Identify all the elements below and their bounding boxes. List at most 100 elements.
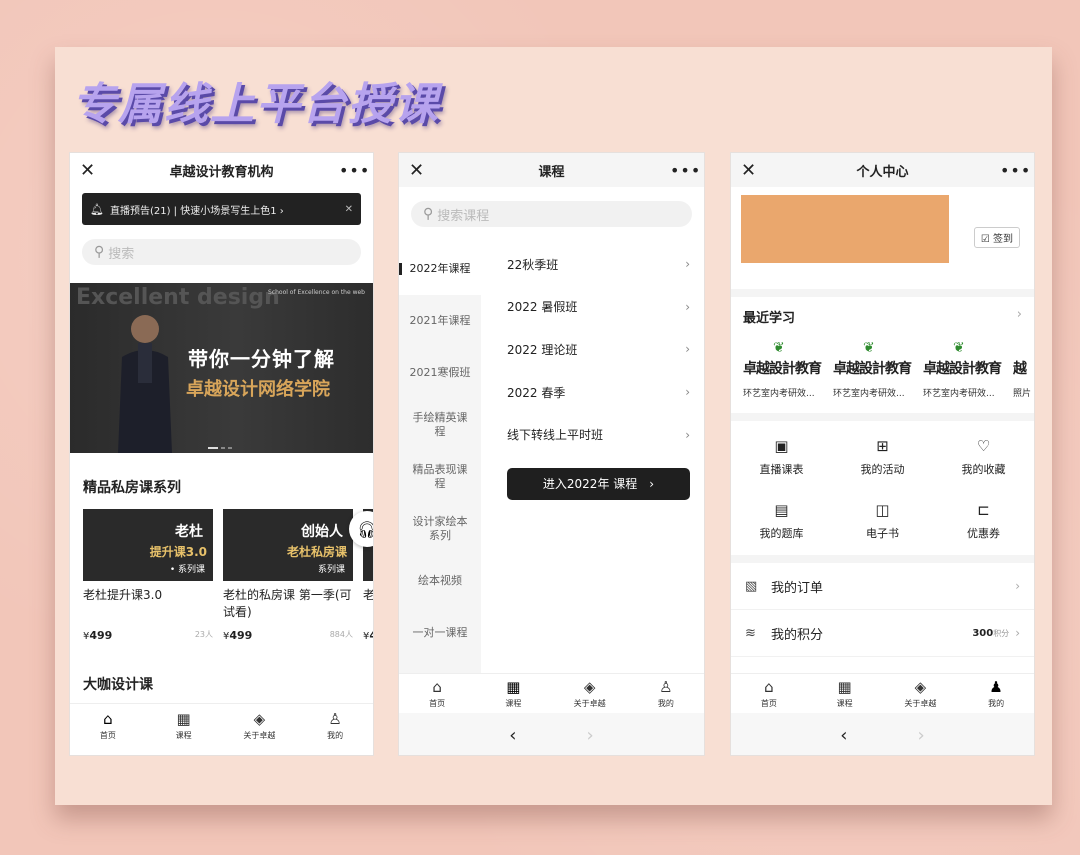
list-item[interactable]: 2022 春季 › xyxy=(507,371,690,414)
grid-label: 我的活动 xyxy=(860,463,905,476)
tab-home[interactable]: ⌂ 首页 xyxy=(731,674,807,713)
course-thumbnail: 创始人 老杜私房课 系列课 xyxy=(223,509,353,581)
category-item[interactable]: 2021年课程 xyxy=(399,295,481,347)
grid-item-ebook[interactable]: ◫ 电子书 xyxy=(832,501,933,541)
tab-label: 首页 xyxy=(429,699,446,708)
apps-icon: ⊞ xyxy=(876,437,889,455)
recent-item[interactable]: ❦ 卓越設計教育 环艺室内考研效... xyxy=(833,340,915,399)
tab-bar: ⌂ 首页 ▦ 课程 ◈ 关于卓越 ♙ 我的 xyxy=(399,673,704,713)
tab-label: 课程 xyxy=(175,731,192,740)
recent-item[interactable]: ❦ 卓越設計教育 环艺室内考研效... xyxy=(923,340,1005,399)
course-name: 老杜的私房课 第一季(可试看) xyxy=(223,588,352,619)
leaf-icon: ❦ xyxy=(953,340,965,356)
live-notice-bar[interactable]: 🔔︎ 直播预告(21) | 快速小场景写生上色1 › ✕ xyxy=(82,193,361,225)
category-item[interactable]: 设计家绘本系列 xyxy=(399,503,481,555)
tab-mine[interactable]: ♙ 我的 xyxy=(628,674,704,713)
divider xyxy=(731,555,1034,563)
tab-home[interactable]: ⌂ 首页 xyxy=(70,704,146,747)
grid-item-favorites[interactable]: ♡ 我的收藏 xyxy=(933,437,1034,477)
top-bar: ✕ 个人中心 ••• xyxy=(731,153,1034,187)
coupon-icon: ⊏ xyxy=(977,501,990,519)
tab-about[interactable]: ◈ 关于卓越 xyxy=(222,704,298,747)
course-card[interactable]: 创始人 老杜私房课 系列课 老杜的私房课 第一季(可试看) ¥499 884人 xyxy=(223,509,353,642)
item-label: 22秋季班 xyxy=(507,257,559,272)
brand-logo: 卓越設計教育 xyxy=(743,361,822,377)
carousel-indicator xyxy=(208,447,232,449)
user-icon: ♙ xyxy=(328,710,342,728)
tab-about[interactable]: ◈ 关于卓越 xyxy=(883,674,959,713)
search-input[interactable]: ⚲ 搜索课程 xyxy=(411,201,692,227)
recent-item[interactable]: ❦ 卓越設計教育 环艺室内考研效... xyxy=(743,340,825,399)
more-icon[interactable]: ••• xyxy=(339,161,369,180)
search-input[interactable]: ⚲ 搜索 xyxy=(82,239,361,265)
enrolled-count: 884人 xyxy=(329,630,353,639)
phone-profile: ✕ 个人中心 ••• ☑ 签到 最近学习 › ❦ 卓越設計教育 环艺室内考研效...… xyxy=(730,152,1035,756)
search-icon: ⚲ xyxy=(94,244,105,260)
tab-courses[interactable]: ▦ 课程 xyxy=(146,704,222,747)
thumb-subtitle: 老杜私房课 xyxy=(286,545,347,559)
tab-courses[interactable]: ▦ 课程 xyxy=(475,674,551,713)
item-caption: 环艺室内考研效... xyxy=(743,389,815,399)
close-icon[interactable]: ✕ xyxy=(741,160,765,181)
tab-mine[interactable]: ♙ 我的 xyxy=(297,704,373,747)
close-icon[interactable]: ✕ xyxy=(80,160,104,181)
profile-header: ☑ 签到 xyxy=(731,187,1034,297)
list-item[interactable]: 22秋季班 › xyxy=(507,243,690,286)
tab-about[interactable]: ◈ 关于卓越 xyxy=(552,674,628,713)
more-icon[interactable]: ••• xyxy=(670,161,700,180)
section-title: 最近学习 xyxy=(743,311,796,326)
close-icon[interactable]: ✕ xyxy=(409,160,433,181)
calendar-icon: ▣ xyxy=(774,437,789,455)
grid-label: 电子书 xyxy=(866,527,899,540)
back-arrow-icon[interactable]: ‹ xyxy=(840,725,847,746)
forward-arrow-icon[interactable]: › xyxy=(587,725,594,746)
category-item[interactable]: 手绘精英课程 xyxy=(399,399,481,451)
section-title-master-courses: 大咖设计课 xyxy=(83,677,153,693)
top-bar: ✕ 课程 ••• xyxy=(399,153,704,187)
my-orders-row[interactable]: ▧ 我的订单 › xyxy=(731,563,1034,610)
grid-label: 优惠券 xyxy=(967,527,1000,540)
close-icon[interactable]: ✕ xyxy=(345,204,353,215)
grid-item-coupons[interactable]: ⊏ 优惠券 xyxy=(933,501,1034,541)
promo-banner[interactable]: Excellent design School of Excellence on… xyxy=(70,283,373,453)
avatar[interactable] xyxy=(741,195,949,263)
thumb-tag: 系列课 xyxy=(317,565,345,575)
item-label: 线下转线上平时班 xyxy=(507,428,604,443)
grid-item-live-schedule[interactable]: ▣ 直播课表 xyxy=(731,437,832,477)
tab-label: 关于卓越 xyxy=(904,699,937,708)
tab-label: 课程 xyxy=(836,699,853,708)
grid-item-question-bank[interactable]: ▤ 我的题库 xyxy=(731,501,832,541)
list-item[interactable]: 2022 理论班 › xyxy=(507,328,690,371)
forward-arrow-icon[interactable]: › xyxy=(918,725,925,746)
heart-icon: ♡ xyxy=(976,437,991,455)
category-item[interactable]: 绘本视频 xyxy=(399,555,481,607)
search-placeholder: 搜索课程 xyxy=(437,208,490,224)
category-item[interactable]: 2022年课程 xyxy=(399,243,481,295)
recent-learning-header[interactable]: 最近学习 › xyxy=(731,297,1034,326)
tab-home[interactable]: ⌂ 首页 xyxy=(399,674,475,713)
feature-grid: ▣ 直播课表 ⊞ 我的活动 ♡ 我的收藏 ▤ 我的题库 ◫ 电子书 ⊏ 优惠券 xyxy=(731,421,1034,555)
chevron-right-icon: › xyxy=(649,476,655,491)
grid-item-activities[interactable]: ⊞ 我的活动 xyxy=(832,437,933,477)
more-icon[interactable]: ••• xyxy=(1000,161,1030,180)
tab-label: 我的 xyxy=(657,699,674,708)
tab-mine[interactable]: ♟ 我的 xyxy=(958,674,1034,713)
category-item[interactable]: 2021寒假班 xyxy=(399,347,481,399)
my-points-row[interactable]: ≋ 我的积分 300积分 › xyxy=(731,610,1034,657)
list-item[interactable]: 2022 暑假班 › xyxy=(507,286,690,329)
category-item[interactable]: 精品表现课程 xyxy=(399,451,481,503)
course-card[interactable]: 老杜 提升课3.0 • 系列课 老杜提升课3.0 ¥499 23人 xyxy=(83,509,213,642)
item-label: 2022 暑假班 xyxy=(507,300,578,315)
category-item[interactable]: 一对一课程 xyxy=(399,607,481,659)
back-arrow-icon[interactable]: ‹ xyxy=(509,725,516,746)
list-item[interactable]: 线下转线上平时班 › xyxy=(507,413,690,456)
enter-course-button[interactable]: 进入2022年 课程 › xyxy=(507,467,690,500)
sign-in-button[interactable]: ☑ 签到 xyxy=(973,227,1020,248)
category-sidebar: 2022年课程 2021年课程 2021寒假班 手绘精英课程 精品表现课程 设计… xyxy=(399,243,481,673)
tab-courses[interactable]: ▦ 课程 xyxy=(807,674,883,713)
recent-learning-list: ❦ 卓越設計教育 环艺室内考研效... ❦ 卓越設計教育 环艺室内考研效... ❦ 卓越設… xyxy=(731,326,1034,399)
chevron-right-icon: › xyxy=(685,385,690,400)
user-icon: ♟ xyxy=(989,678,1003,696)
recent-item[interactable]: 越照片 xyxy=(1013,340,1034,399)
leaf-icon: ❦ xyxy=(863,340,875,356)
